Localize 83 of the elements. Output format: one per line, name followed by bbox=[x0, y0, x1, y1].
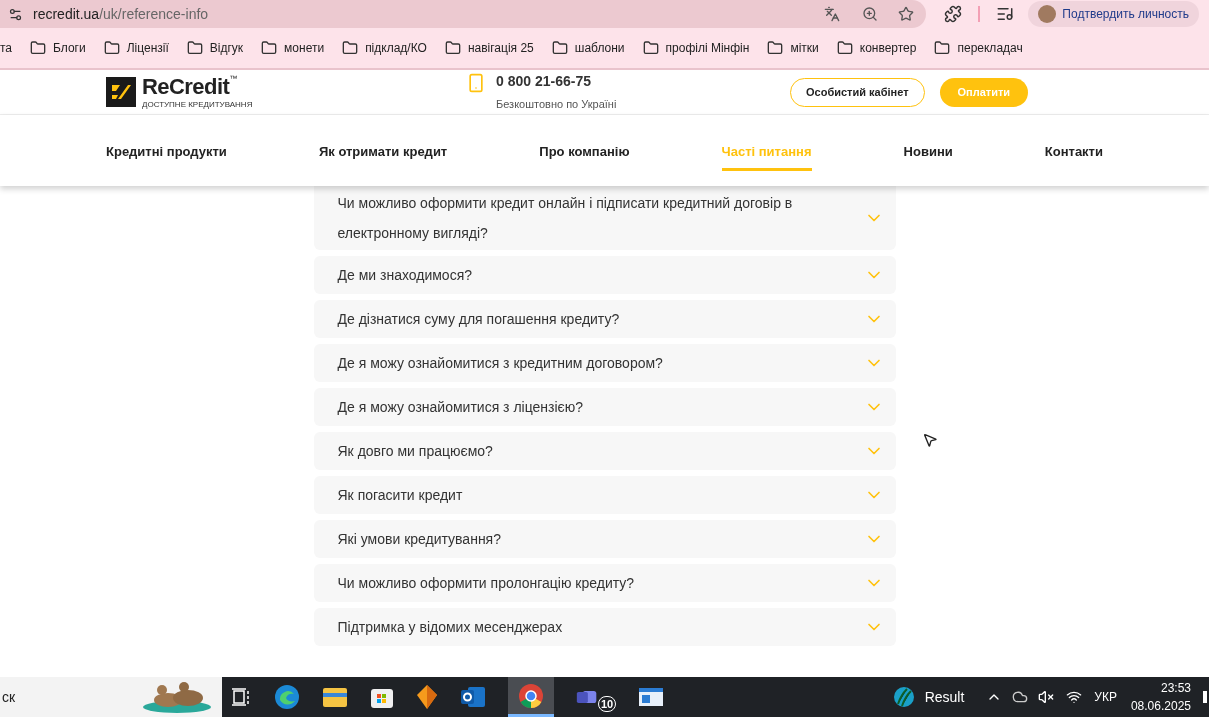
profile-button[interactable]: Подтвердить личность bbox=[1028, 1, 1199, 27]
taskbar-search[interactable]: ск bbox=[0, 677, 222, 717]
bookmark-item[interactable]: Відгук bbox=[186, 39, 244, 57]
nav-link[interactable]: Як отримати кредит bbox=[318, 136, 448, 171]
logo-icon bbox=[106, 77, 136, 107]
folder-icon bbox=[103, 40, 120, 56]
bookmark-item[interactable]: профілі Мінфін bbox=[642, 39, 750, 57]
app-icon[interactable] bbox=[416, 684, 438, 710]
faq-item[interactable]: Де я можу ознайомитися з кредитним договором? bbox=[313, 344, 896, 382]
faq-question: Де ми знаходимося? bbox=[337, 265, 473, 285]
folder-icon bbox=[767, 40, 784, 56]
faq-question: Де дізнатися суму для погашення кредиту? bbox=[337, 309, 620, 329]
bookmark-item[interactable]: шаблони bbox=[551, 39, 625, 57]
faq-item[interactable]: Де дізнатися суму для погашення кредиту? bbox=[313, 300, 896, 338]
folder-icon[interactable] bbox=[322, 686, 348, 708]
trademark-mark: ™ bbox=[229, 74, 238, 83]
notification-badge: 10 bbox=[598, 696, 617, 712]
faq-item[interactable]: Чи можливо оформити пролонгацію кредиту? bbox=[313, 564, 896, 602]
folder-icon bbox=[186, 40, 203, 56]
faq-question: Підтримка у відомих месенджерах bbox=[337, 617, 563, 637]
faq-item[interactable]: Які умови кредитування? bbox=[313, 520, 896, 558]
nav-link[interactable]: Контакти bbox=[1044, 136, 1103, 171]
chrome-taskbar-button[interactable] bbox=[508, 677, 554, 717]
clock[interactable]: 23:53 08.06.2025 bbox=[1130, 679, 1191, 715]
extensions-icon[interactable] bbox=[944, 5, 963, 23]
folder-icon bbox=[836, 40, 853, 56]
logo-text: ReCredit bbox=[142, 74, 230, 100]
chrome-icon bbox=[518, 682, 544, 709]
task-view-icon[interactable] bbox=[232, 688, 252, 706]
wifi-icon[interactable] bbox=[1066, 689, 1083, 705]
bookmark-item[interactable]: підклад/КО bbox=[342, 39, 427, 57]
folder-icon bbox=[551, 40, 568, 56]
bookmark-item[interactable]: конвертер bbox=[836, 39, 917, 57]
bookmark-item[interactable]: Ліцензії bbox=[103, 39, 169, 57]
phone-note: Безкоштовно по Україні bbox=[496, 97, 617, 113]
faq-item[interactable]: Де я можу ознайомитися з ліцензією? bbox=[313, 388, 896, 426]
faq-question: Чи можливо оформити кредит онлайн і підписати кредитний договір в електронному вигляді? bbox=[337, 194, 794, 243]
faq-question: Чи можливо оформити пролонгацію кредиту? bbox=[337, 573, 635, 593]
site-settings-icon[interactable] bbox=[8, 6, 23, 22]
faq-item[interactable]: Як погасити кредит bbox=[313, 476, 896, 514]
weather-label[interactable]: Result bbox=[924, 686, 965, 708]
bookmark-item[interactable]: та bbox=[0, 39, 13, 57]
faq-item[interactable]: Підтримка у відомих месенджерах bbox=[313, 608, 896, 646]
bookmark-item[interactable]: перекладач bbox=[934, 39, 1023, 57]
zoom-icon[interactable] bbox=[862, 6, 879, 22]
folder-icon bbox=[261, 40, 278, 56]
weather-icon bbox=[892, 686, 915, 708]
translate-icon[interactable] bbox=[824, 6, 841, 22]
nav-link[interactable]: Про компанію bbox=[539, 136, 630, 171]
bookmark-item[interactable]: монети bbox=[261, 39, 325, 57]
folder-icon bbox=[934, 40, 951, 56]
faq-item[interactable]: Чи можливо оформити кредит онлайн і підписати кредитний договір в електронному вигляді? bbox=[313, 186, 896, 250]
folder-icon bbox=[30, 40, 47, 56]
media-icon[interactable] bbox=[996, 5, 1015, 23]
onedrive-icon[interactable] bbox=[1012, 689, 1029, 705]
edge-icon[interactable] bbox=[274, 684, 300, 710]
language-indicator[interactable]: УКР bbox=[1094, 688, 1117, 706]
bookmark-item[interactable]: навігація 25 bbox=[444, 39, 534, 57]
faq-question: Які умови кредитування? bbox=[337, 529, 501, 549]
folder-icon bbox=[642, 40, 659, 56]
cursor-icon bbox=[922, 432, 938, 448]
outlook-icon[interactable] bbox=[460, 685, 486, 709]
phone-number[interactable]: 0 800 21-66-75 bbox=[496, 71, 617, 93]
logo-tagline: ДОСТУПНЕ КРЕДИТУВАННЯ bbox=[142, 100, 253, 110]
bookmark-item[interactable]: Блоги bbox=[30, 39, 86, 57]
faq-question: Як погасити кредит bbox=[337, 485, 463, 505]
address-bar[interactable]: recredit.ua/uk/reference-info bbox=[0, 0, 927, 28]
bookmark-item[interactable]: мітки bbox=[767, 39, 819, 57]
faq-item[interactable]: Де ми знаходимося? bbox=[313, 256, 896, 294]
folder-icon bbox=[342, 40, 359, 56]
avatar-icon bbox=[1038, 5, 1057, 23]
url-text: recredit.ua/uk/reference-info bbox=[33, 4, 209, 24]
folder-icon bbox=[444, 40, 461, 56]
nav-link[interactable]: Новини bbox=[903, 136, 953, 171]
faq-question: Де я можу ознайомитися з кредитним договором? bbox=[337, 353, 663, 373]
faq-question: Як довго ми працюємо? bbox=[337, 441, 493, 461]
faq-item[interactable]: Як довго ми працюємо? bbox=[313, 432, 896, 470]
phone-icon bbox=[466, 73, 486, 94]
bookmark-star-icon[interactable] bbox=[898, 6, 915, 22]
nav-link[interactable]: Кредитні продукти bbox=[106, 136, 227, 171]
faq-question: Де я можу ознайомитися з ліцензією? bbox=[337, 397, 584, 417]
volume-muted-icon[interactable] bbox=[1038, 689, 1055, 705]
window-icon[interactable] bbox=[638, 687, 665, 707]
